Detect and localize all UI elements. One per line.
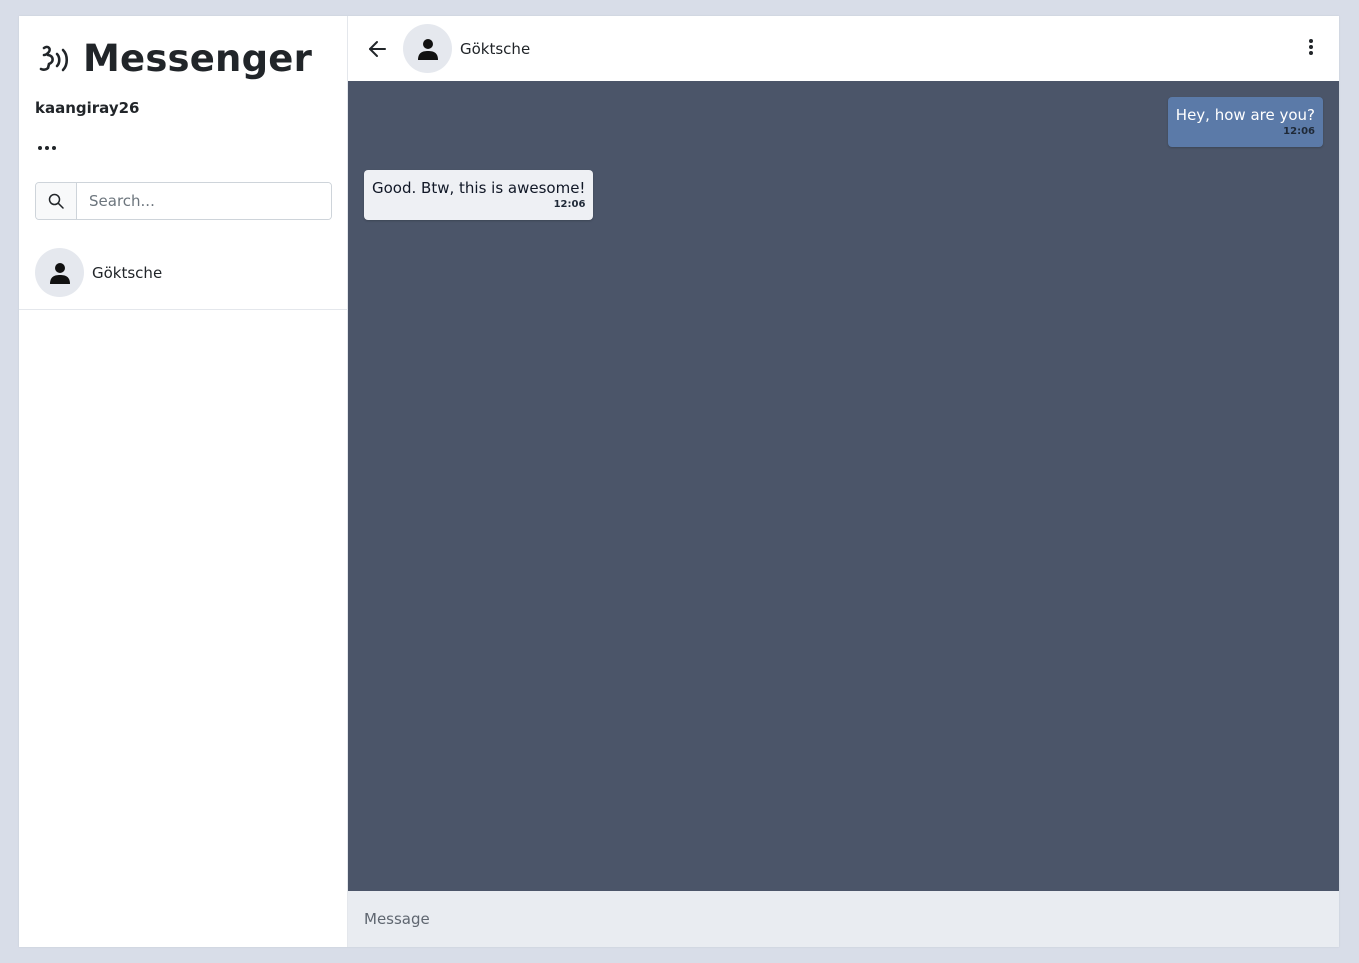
contact-name: Göktsche — [92, 263, 163, 282]
person-icon — [49, 262, 70, 284]
chat-avatar — [403, 24, 452, 73]
messenger-logo-icon — [35, 40, 73, 78]
arrow-left-icon[interactable] — [365, 37, 389, 61]
message-text: Good. Btw, this is awesome! — [372, 179, 586, 197]
message-bubble-incoming: Good. Btw, this is awesome! 12:06 — [364, 170, 594, 220]
chat-panel: Göktsche Hey, how are you? 12:06 Good. B… — [348, 16, 1339, 947]
message-bubble-outgoing: Hey, how are you? 12:06 — [1167, 97, 1323, 147]
message-text: Hey, how are you? — [1175, 106, 1315, 124]
person-icon — [417, 38, 438, 60]
message-time: 12:06 — [553, 199, 586, 210]
username: kaangiray26 — [35, 99, 140, 117]
message-list: Hey, how are you? 12:06 Good. Btw, this … — [348, 81, 1339, 891]
chat-header: Göktsche — [348, 16, 1339, 81]
search-input[interactable] — [77, 183, 331, 219]
message-input[interactable] — [348, 891, 1339, 947]
search-group — [35, 182, 332, 220]
ellipsis-icon[interactable] — [35, 140, 59, 156]
message-composer — [348, 891, 1339, 947]
contact-list-item[interactable]: Göktsche — [19, 236, 347, 310]
avatar — [35, 248, 84, 297]
chat-contact-name: Göktsche — [460, 39, 531, 58]
search-icon — [36, 183, 77, 219]
brand: Messenger — [35, 37, 312, 81]
messenger-app: Messenger kaangiray26 Search... Göktsche… — [19, 16, 1339, 947]
kebab-menu-icon[interactable] — [1303, 36, 1319, 58]
message-time: 12:06 — [1283, 126, 1315, 137]
app-title: Messenger — [83, 37, 313, 80]
sidebar: Messenger kaangiray26 Search... Göktsche — [19, 16, 348, 947]
